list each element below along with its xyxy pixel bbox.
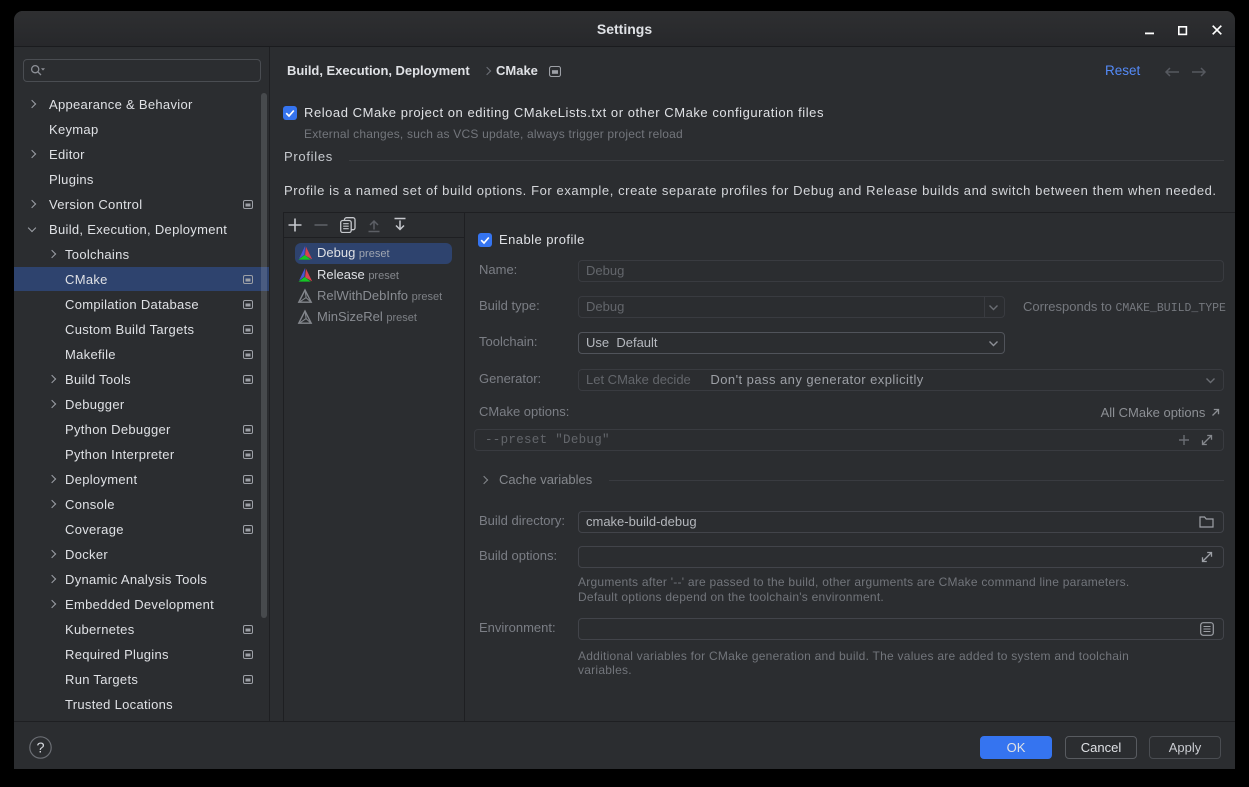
svg-text:?: ? (36, 741, 44, 757)
